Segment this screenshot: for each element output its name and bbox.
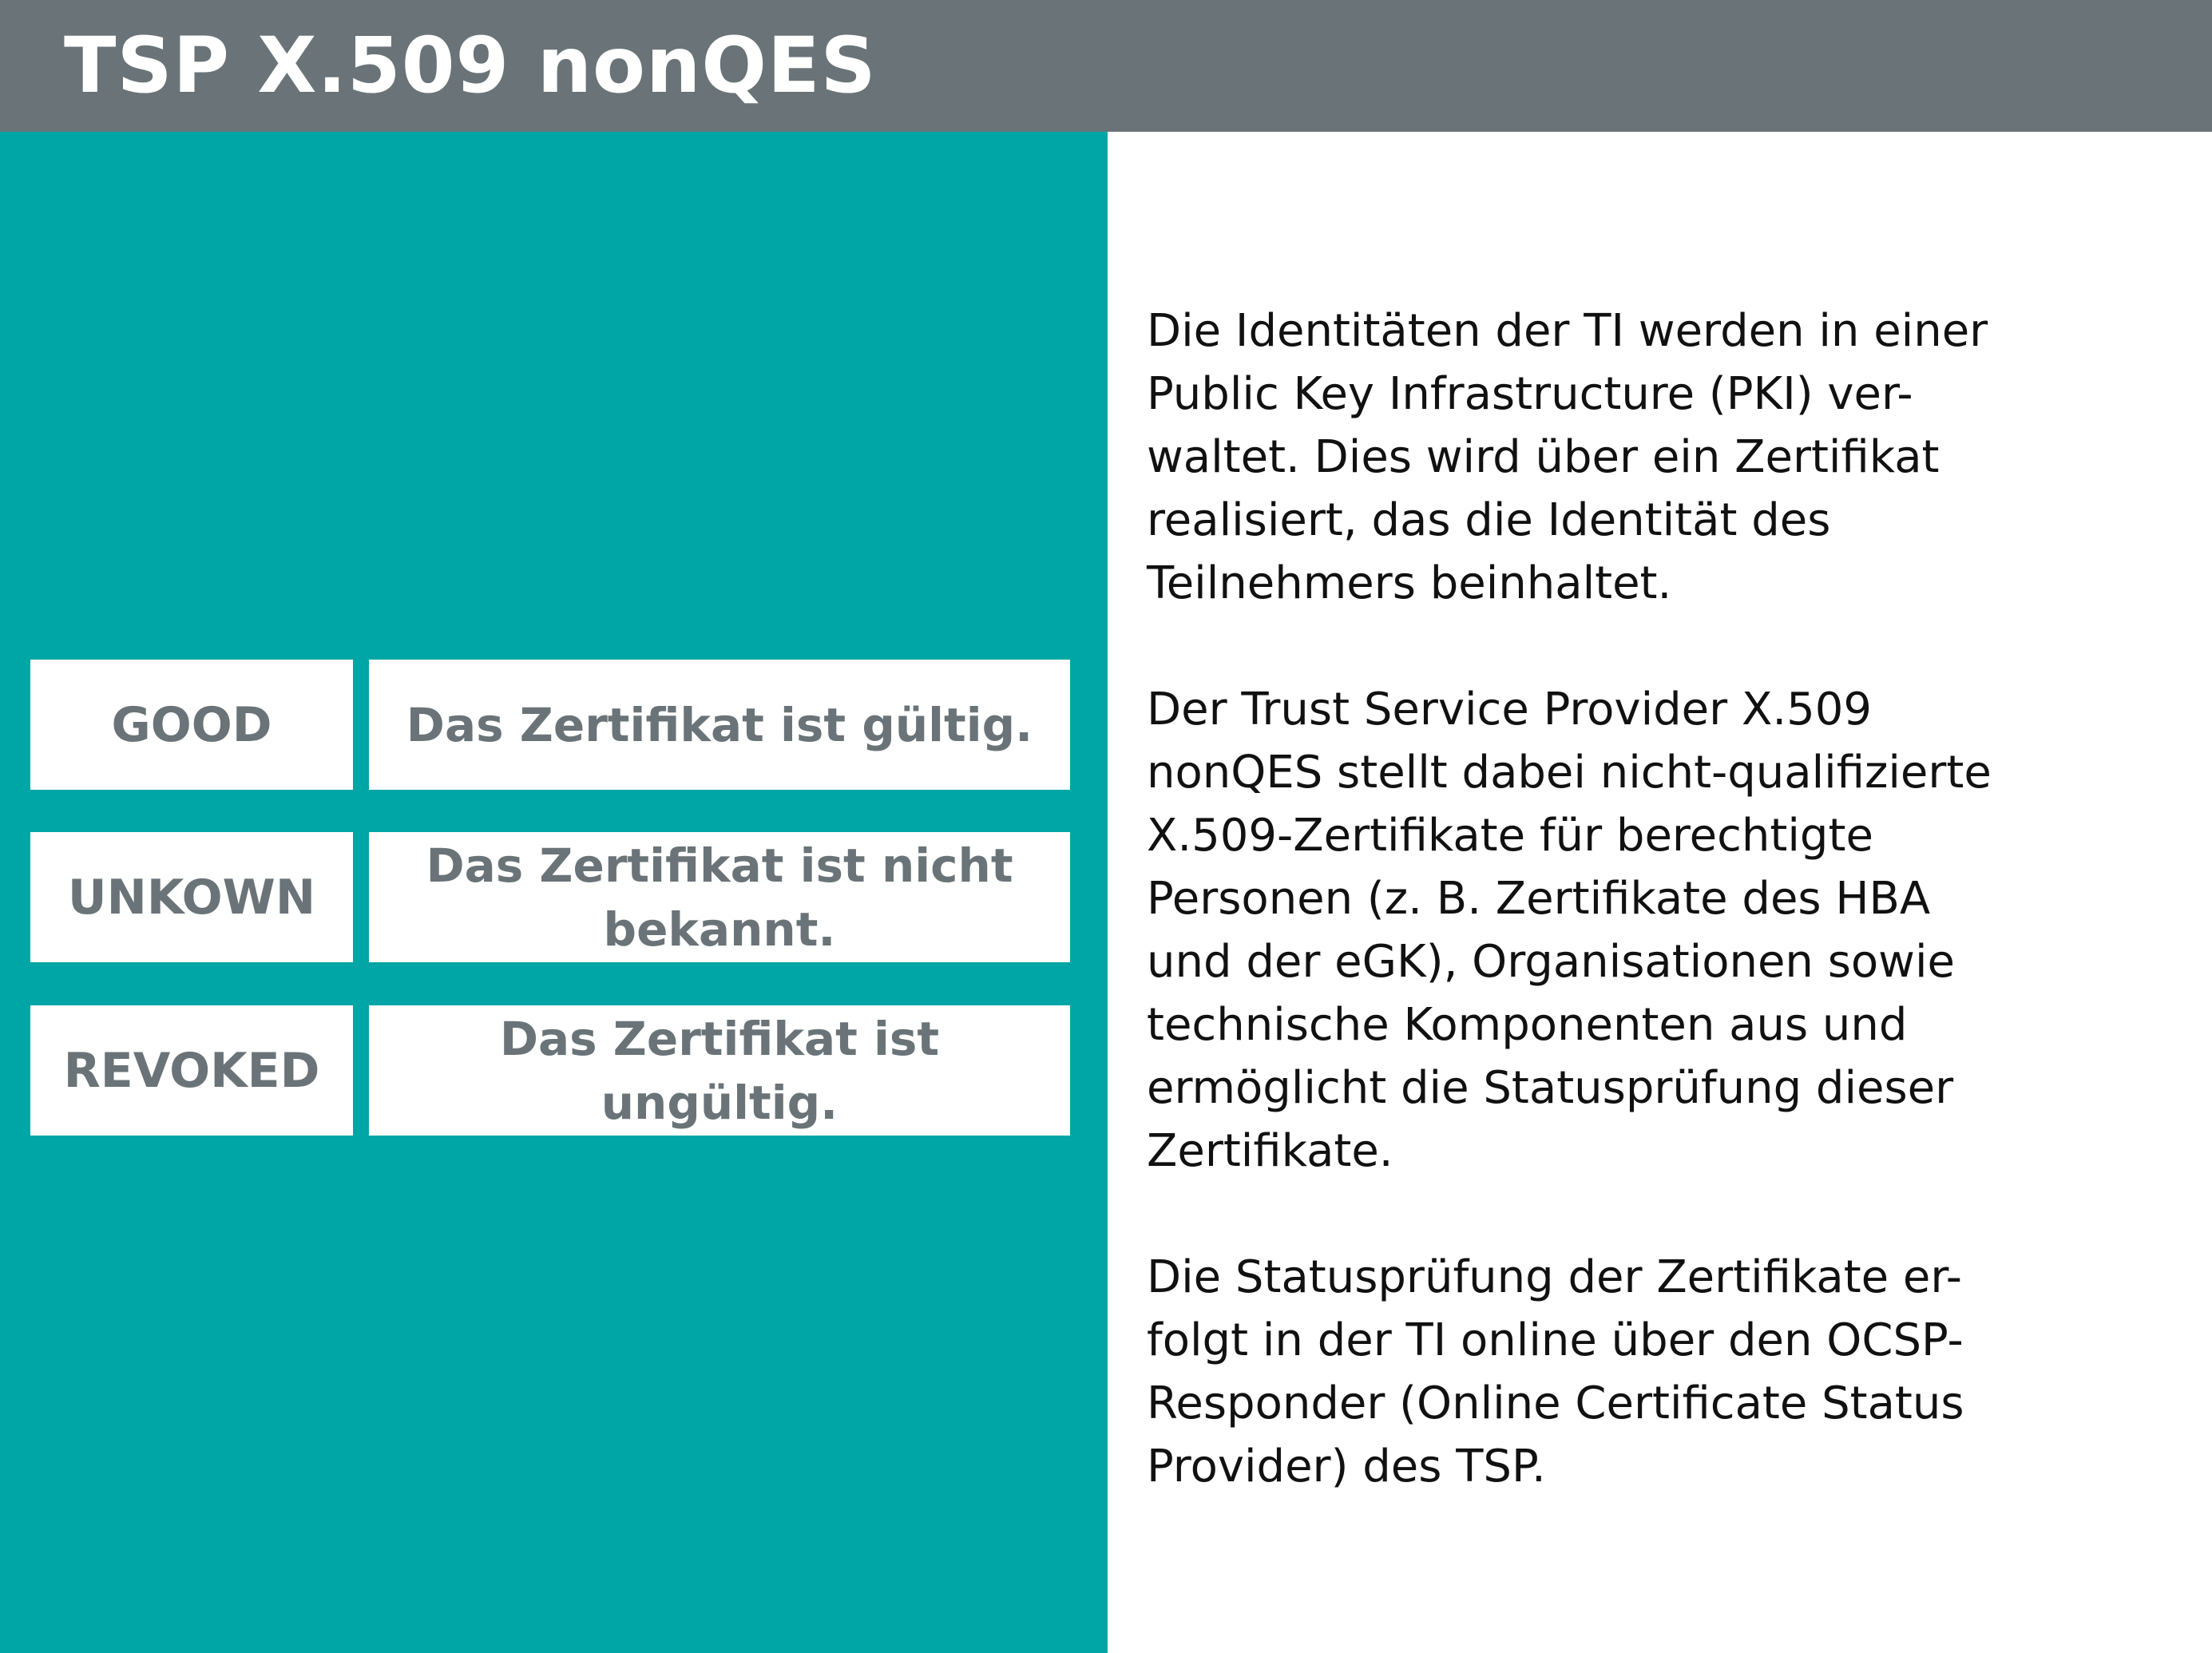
page-title: TSP X.509 nonQES <box>64 21 877 110</box>
paragraph-line: technische Komponenten aus und <box>1147 999 1908 1051</box>
status-code-revoked: REVOKED <box>30 1005 353 1136</box>
status-description-line: ungültig. <box>601 1075 838 1130</box>
paragraph-line: Provider) des TSP. <box>1147 1441 1546 1492</box>
paragraph-line: X.509-Zertifikate für berechtigte <box>1147 810 1873 862</box>
paragraph-line: Die Statusprüfung der Zertifikate er- <box>1147 1251 1963 1303</box>
status-code-unknown: UNKOWN <box>30 832 353 962</box>
status-code-label: REVOKED <box>63 1042 320 1099</box>
paragraph-line: nonQES stellt dabei nicht-qualifizierte <box>1147 747 1992 799</box>
paragraph-tsp: Der Trust Service Provider X.509 nonQES … <box>1147 678 2185 1183</box>
paragraph-line: Zertifikate. <box>1147 1125 1393 1177</box>
paragraph-line: und der eGK), Organisationen sowie <box>1147 936 1955 988</box>
status-description-good: Das Zertifikat ist gültig. <box>369 660 1070 790</box>
paragraph-ocsp: Die Statusprüfung der Zertifikate er- fo… <box>1147 1246 2185 1498</box>
status-description-revoked: Das Zertifikat ist ungültig. <box>369 1005 1070 1136</box>
body-text: Die Identitäten der TI werden in einer P… <box>1147 299 2185 1561</box>
page: TSP X.509 nonQES GOOD Das Zertifikat ist… <box>0 0 2212 1653</box>
status-code-good: GOOD <box>30 660 353 790</box>
paragraph-line: folgt in der TI online über den OCSP- <box>1147 1314 1964 1366</box>
paragraph-line: realisiert, das die Identität des <box>1147 494 1831 546</box>
paragraph-line: Teilnehmers beinhaltet. <box>1147 557 1672 609</box>
status-description-line: Das Zertifikat ist <box>499 1011 940 1066</box>
paragraph-line: Responder (Online Certificate Status <box>1147 1378 1964 1429</box>
header-bar: TSP X.509 nonQES <box>0 0 2212 132</box>
status-description-line: Das Zertifikat ist gültig. <box>406 697 1033 752</box>
paragraph-line: Public Key Infrastructure (PKI) ver- <box>1147 368 1913 420</box>
status-code-label: GOOD <box>111 696 272 753</box>
paragraph-line: ermöglicht die Statusprüfung dieser <box>1147 1062 1954 1114</box>
paragraph-line: Personen (z. B. Zertifikate des HBA <box>1147 873 1931 925</box>
status-description-line: Das Zertifikat ist nicht <box>426 838 1013 893</box>
paragraph-line: Der Trust Service Provider X.509 <box>1147 684 1873 735</box>
status-description-line: bekannt. <box>603 902 836 957</box>
paragraph-line: Die Identitäten der TI werden in einer <box>1147 305 1988 357</box>
status-description-unknown: Das Zertifikat ist nicht bekannt. <box>369 832 1070 962</box>
paragraph-line: waltet. Dies wird über ein Zertifikat <box>1147 431 1940 483</box>
paragraph-pki: Die Identitäten der TI werden in einer P… <box>1147 299 2185 615</box>
status-code-label: UNKOWN <box>67 869 316 926</box>
